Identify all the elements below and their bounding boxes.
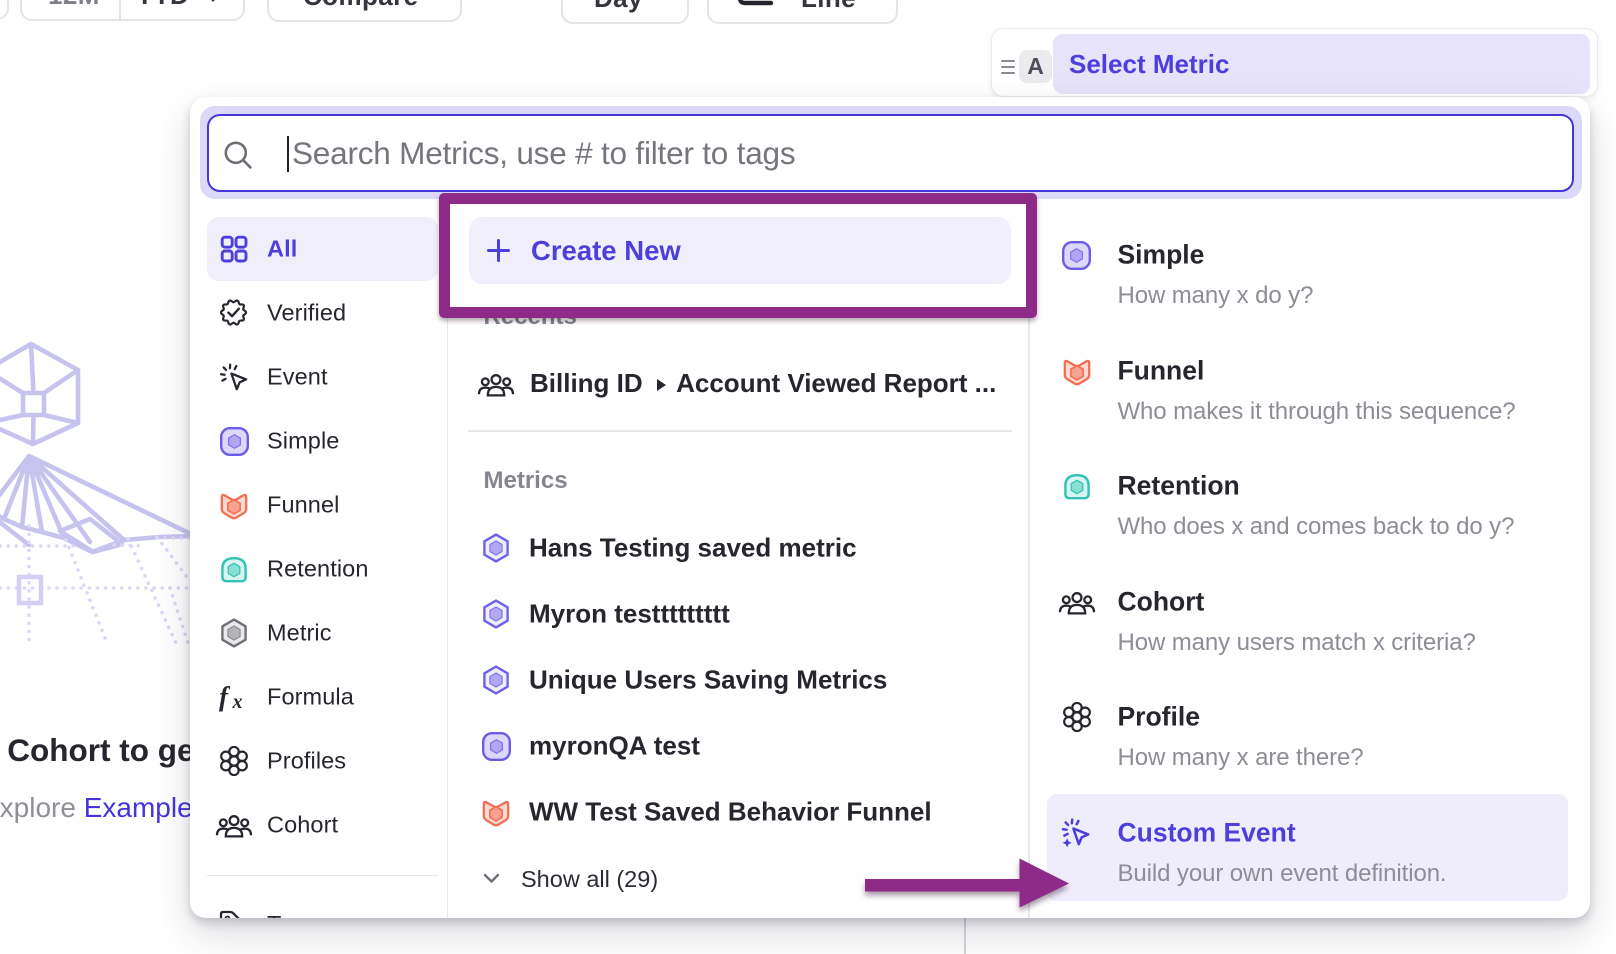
svg-text:x: x	[231, 691, 242, 712]
svg-text:f: f	[219, 682, 231, 712]
